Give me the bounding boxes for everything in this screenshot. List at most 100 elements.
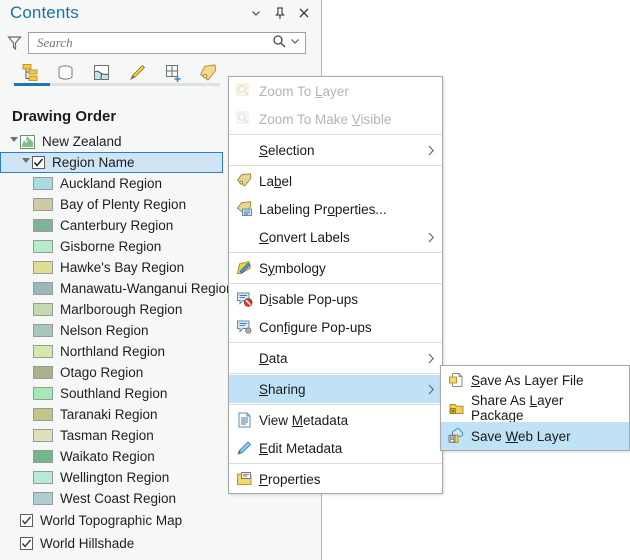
legend-item-label: Southland Region [60,386,168,401]
legend-swatch [33,471,53,484]
list-by-data-source-icon[interactable] [52,61,78,85]
menu-item-arrow-placeholder [420,105,442,133]
legend-swatch [33,219,53,232]
menu-item-save-as-layer-file[interactable]: Save As Layer File [441,366,629,394]
chevron-right-icon [420,136,442,164]
menu-item-arrow-placeholder [420,285,442,313]
pane-header: Contents [0,0,321,28]
legend-item-label: Tasman Region [60,428,154,443]
pane-header-buttons [245,3,315,23]
chevron-right-icon [420,223,442,251]
list-by-drawing-order-icon[interactable] [16,61,42,85]
menu-item-label: Disable Pop-ups [259,291,359,307]
menu-item-label: Labeling Properties... [259,201,387,217]
menu-item-icon-placeholder [229,375,259,403]
symbology-icon [229,254,259,282]
menu-item-data[interactable]: Data [229,344,442,372]
edit-metadata-icon [229,434,259,462]
layer-visibility-checkbox[interactable] [32,156,45,169]
menu-item-icon-placeholder [229,344,259,372]
legend-swatch [33,366,53,379]
menu-item-icon-placeholder [229,223,259,251]
legend-item-label: Gisborne Region [60,239,162,254]
list-by-snapping-icon[interactable] [160,61,186,85]
expander-icon[interactable] [20,152,32,173]
menu-item-convert-labels[interactable]: Convert Labels [229,223,442,251]
menu-item-save-web-layer[interactable]: Save Web Layer [441,422,629,450]
menu-item-zoom-to-layer: Zoom To Layer [229,77,442,105]
menu-item-label: Share As Layer Package [471,393,564,423]
menu-item-label: Selection [259,142,315,158]
chevron-down-icon[interactable] [245,3,267,23]
menu-separator [229,252,442,253]
legend-item-label: Marlborough Region [60,302,183,317]
map-icon [20,134,35,149]
chevron-down-icon[interactable] [289,34,301,52]
zoom-to-make-visible-icon [229,105,259,133]
legend-swatch [33,303,53,316]
close-icon[interactable] [293,3,315,23]
menu-item-arrow-placeholder [420,195,442,223]
menu-item-selection[interactable]: Selection [229,136,442,164]
basemap-item[interactable]: World Hillshade [0,532,322,555]
share-as-layer-package-icon [441,394,471,422]
tree-item-map-label: New Zealand [42,134,122,149]
menu-item-edit-metadata[interactable]: Edit Metadata [229,434,442,462]
pin-icon[interactable] [269,3,291,23]
chevron-right-icon [420,344,442,372]
list-by-editing-icon[interactable] [124,61,150,85]
tree-item-layer-label: Region Name [52,155,135,170]
menu-item-arrow-placeholder [420,313,442,341]
expander-icon[interactable] [8,131,20,152]
search-box[interactable] [28,32,306,54]
menu-item-disable-pop-ups[interactable]: Disable Pop-ups [229,285,442,313]
list-by-selection-icon[interactable] [88,61,114,85]
list-by-labeling-icon[interactable] [196,61,222,85]
menu-separator [229,283,442,284]
menu-item-share-as-layer-package[interactable]: Share As Layer Package [441,393,629,423]
legend-swatch [33,198,53,211]
legend-swatch [33,429,53,442]
menu-item-view-metadata[interactable]: View Metadata [229,406,442,434]
legend-swatch [33,324,53,337]
app-root: Contents Search Drawing Order New Zealan… [0,0,630,560]
legend-item-label: Waikato Region [60,449,155,464]
search-icon[interactable] [272,34,286,53]
menu-separator [229,373,442,374]
save-as-layer-file-icon [441,366,471,394]
search-row [0,30,322,56]
menu-item-arrow-placeholder [607,394,629,422]
menu-item-arrow-placeholder [607,422,629,450]
menu-item-label: Zoom To Make Visible [259,111,392,127]
menu-item-arrow-placeholder [420,406,442,434]
legend-swatch [33,261,53,274]
legend-swatch [33,240,53,253]
zoom-to-layer-icon [229,77,259,105]
legend-item-label: Auckland Region [60,176,163,191]
menu-item-labeling-properties[interactable]: Labeling Properties... [229,195,442,223]
legend-item-label: West Coast Region [60,491,177,506]
legend-swatch [33,282,53,295]
menu-item-label[interactable]: Label [229,167,442,195]
menu-item-sharing[interactable]: Sharing [229,375,442,403]
menu-item-properties[interactable]: Properties [229,465,442,493]
label-icon [229,167,259,195]
menu-item-configure-pop-ups[interactable]: Configure Pop-ups [229,313,442,341]
menu-item-label: Properties [259,471,321,487]
save-web-layer-icon [441,422,471,450]
legend-item-label: Bay of Plenty Region [60,197,187,212]
legend-swatch [33,492,53,505]
chevron-right-icon [420,375,442,403]
filter-icon[interactable] [0,31,28,55]
menu-item-label: Data [259,350,288,366]
menu-item-icon-placeholder [229,136,259,164]
menu-item-symbology[interactable]: Symbology [229,254,442,282]
basemap-visibility-checkbox[interactable] [20,514,33,527]
menu-separator [229,134,442,135]
basemap-visibility-checkbox[interactable] [20,537,33,550]
search-input[interactable] [29,33,269,53]
tree-item-layer[interactable]: Region Name [0,152,223,173]
legend-swatch [33,177,53,190]
basemap-item[interactable]: World Topographic Map [0,509,322,532]
legend-item-label: Wellington Region [60,470,170,485]
